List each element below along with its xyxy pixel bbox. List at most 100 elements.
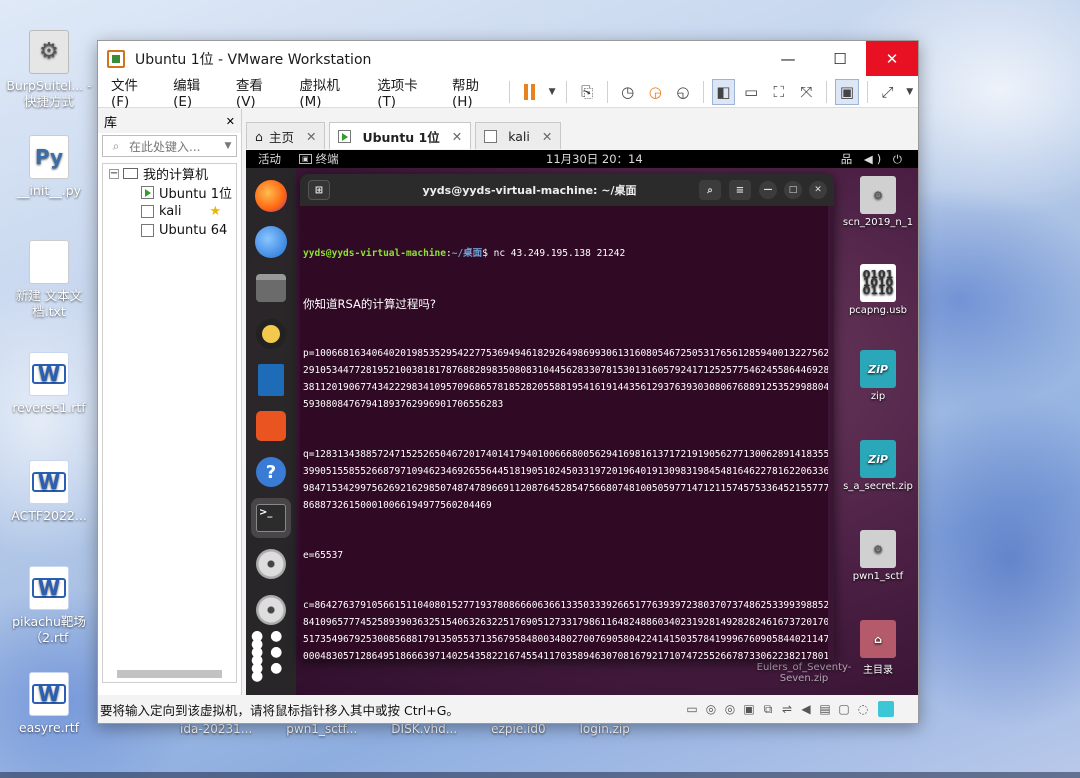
new-tab-icon[interactable]: ⊞ — [308, 180, 330, 200]
desktop-icon-label: __init__.py — [16, 183, 82, 198]
unity-icon[interactable]: ⤧ — [795, 79, 819, 105]
console-view-icon[interactable]: ▣ — [835, 78, 859, 105]
guest-display[interactable]: 活动 ▣ 终端 11月30日 20：14 品 ◀) ⏻ ? >_ ● ● ● ● … — [246, 150, 918, 696]
dock-software[interactable] — [251, 406, 291, 446]
menu-file[interactable]: 文件(F) — [103, 74, 160, 110]
hamburger-menu-icon[interactable]: ≡ — [729, 180, 751, 200]
terminal-window[interactable]: ⊞ yyds@yyds-virtual-machine: ~/桌面 ⌕ ≡ — … — [300, 174, 834, 660]
horizontal-scrollbar[interactable] — [117, 670, 222, 678]
close-button[interactable]: ✕ — [866, 41, 918, 76]
terminal-maximize-button[interactable]: □ — [784, 181, 802, 199]
tab-home[interactable]: ⌂ 主页 ✕ — [246, 122, 326, 149]
full-screen-icon[interactable]: ⛶ — [767, 79, 791, 105]
dock-disc-2[interactable] — [251, 590, 291, 630]
power-dropdown-button[interactable]: ▼ — [546, 79, 559, 105]
desktop-icon-new-text[interactable]: 新建 文本文档.txt — [4, 240, 94, 320]
dock-firefox[interactable] — [251, 176, 291, 216]
desktop-icon-actf[interactable]: W ACTF2022... — [4, 460, 94, 524]
tree-root-my-computer[interactable]: − 我的计算机 — [103, 164, 236, 183]
printer-icon[interactable]: ▤ — [818, 702, 832, 716]
menu-view[interactable]: 查看(V) — [228, 74, 286, 110]
tab-close-icon[interactable]: ✕ — [452, 129, 462, 144]
hard-disk-icon[interactable]: ▭ — [685, 702, 699, 716]
tab-close-icon[interactable]: ✕ — [542, 129, 552, 144]
chevron-down-icon[interactable]: ▼ — [220, 136, 236, 156]
send-ctrl-alt-del-icon[interactable]: ⎘ — [575, 79, 599, 105]
terminal-header[interactable]: ⊞ yyds@yyds-virtual-machine: ~/桌面 ⌕ ≡ — … — [300, 174, 834, 206]
dock-show-apps[interactable]: ● ● ● ● ● ● ● ● ● — [251, 629, 291, 683]
clock[interactable]: 11月30日 20：14 — [546, 151, 643, 167]
tree-item-ubuntu-1[interactable]: Ubuntu 1位 — [103, 183, 236, 202]
dock-thunderbird[interactable] — [251, 222, 291, 262]
display-icon[interactable]: ▢ — [837, 702, 851, 716]
revert-snapshot-icon[interactable]: ◶ — [643, 79, 667, 105]
stretch-dropdown-button[interactable]: ▼ — [903, 79, 916, 105]
desktop-icon-init-py[interactable]: Py __init__.py — [4, 135, 94, 199]
title-bar[interactable]: Ubuntu 1位 - VMware Workstation — ☐ ✕ — [98, 41, 918, 76]
network-icon[interactable]: ⧉ — [761, 702, 775, 716]
stretch-guest-icon[interactable]: ⤢ — [876, 79, 900, 105]
snapshot-icon[interactable]: ◷ — [616, 79, 640, 105]
desktop-icon-burpsuite[interactable]: ⚙ BurpSuitel... - 快捷方式 — [4, 30, 94, 110]
guest-icon-scn[interactable]: ⚙ scn_2019_n_1 — [842, 176, 914, 228]
dock-terminal[interactable]: >_ — [251, 498, 291, 538]
terminal-search-icon[interactable]: ⌕ — [699, 180, 721, 200]
terminal-scrollbar[interactable] — [828, 206, 834, 660]
snapshot-manager-icon[interactable]: ◵ — [671, 79, 695, 105]
library-search[interactable]: ⌕ 在此处键入... ▼ — [102, 135, 237, 157]
cd-dvd-icon[interactable]: ◎ — [723, 702, 737, 716]
dock-rhythmbox[interactable] — [251, 314, 291, 354]
collapse-icon[interactable]: − — [109, 168, 119, 179]
guest-icon-secret-zip[interactable]: ZiP s_a_secret.zip — [842, 440, 914, 492]
app-menu[interactable]: ▣ 终端 — [299, 151, 339, 167]
dock-writer[interactable] — [251, 360, 291, 400]
guest-icon-pcapng[interactable]: 0101 1010 0110 pcapng.usb — [842, 264, 914, 316]
dock-help[interactable]: ? — [251, 452, 291, 492]
menu-tabs[interactable]: 选项卡(T) — [369, 74, 439, 110]
thumbnail-bar-icon[interactable]: ▭ — [739, 79, 763, 105]
tree-item-ubuntu-64[interactable]: Ubuntu 64 — [103, 221, 236, 240]
system-tray[interactable]: 品 ◀) ⏻ — [841, 151, 906, 167]
desktop-file-label[interactable]: pwn1_sctf... — [286, 722, 357, 736]
tab-kali[interactable]: kali ✕ — [475, 122, 562, 149]
desktop-icon-label: BurpSuitel... - 快捷方式 — [6, 78, 92, 109]
taskbar — [0, 772, 1080, 778]
guest-icon-zip[interactable]: ZiP zip — [842, 350, 914, 402]
message-log-icon[interactable]: ◌ — [856, 702, 870, 716]
terminal-minimize-button[interactable]: — — [759, 181, 777, 199]
pause-button[interactable] — [518, 79, 542, 105]
desktop-file-label[interactable]: login.zip — [580, 722, 630, 736]
minimize-button[interactable]: — — [762, 41, 814, 76]
desktop-icon-pikachu[interactable]: W pikachu靶场（2.rtf — [4, 566, 94, 646]
cd-dvd-icon[interactable]: ◎ — [704, 702, 718, 716]
tree-item-kali[interactable]: kali ★ — [103, 202, 236, 221]
guest-icon-pwn1[interactable]: ⚙ pwn1_sctf — [842, 530, 914, 582]
floppy-icon[interactable]: ▣ — [742, 702, 756, 716]
activities-button[interactable]: 活动 — [258, 151, 281, 167]
tab-close-icon[interactable]: ✕ — [306, 129, 316, 144]
maximize-button[interactable]: ☐ — [814, 41, 866, 76]
terminal-output[interactable]: yyds@yyds-virtual-machine:~/桌面$ nc 43.24… — [300, 206, 834, 660]
menu-edit[interactable]: 编辑(E) — [165, 74, 223, 110]
guest-icon-eulers-zip[interactable]: Eulers_of_Seventy-Seven.zip — [754, 662, 854, 684]
notes-icon[interactable] — [878, 701, 894, 717]
desktop-file-label[interactable]: ida-20231... — [180, 722, 252, 736]
menu-help[interactable]: 帮助(H) — [444, 74, 503, 110]
terminal-close-button[interactable]: ✕ — [809, 181, 827, 199]
sound-icon[interactable]: ◀ — [799, 702, 813, 716]
usb-icon[interactable]: ⇌ — [780, 702, 794, 716]
search-icon: ⌕ — [112, 138, 120, 153]
guest-icon-label: pcapng.usb — [848, 305, 908, 316]
desktop-file-label[interactable]: ezpie.id0 — [491, 722, 545, 736]
desktop-file-label[interactable]: DISK.vhd... — [391, 722, 457, 736]
desktop-icon-easyre[interactable]: W easyre.rtf — [4, 672, 94, 736]
library-close-icon[interactable]: ✕ — [226, 115, 235, 128]
library-search-input[interactable]: 在此处键入... — [129, 138, 220, 155]
dock-files[interactable] — [251, 268, 291, 308]
desktop-icon-reverse1[interactable]: W reverse1.rtf — [4, 352, 94, 416]
menu-bar: 文件(F) 编辑(E) 查看(V) 虚拟机(M) 选项卡(T) 帮助(H) ▼ … — [98, 74, 918, 110]
menu-vm[interactable]: 虚拟机(M) — [291, 74, 364, 110]
tab-ubuntu-1[interactable]: Ubuntu 1位 ✕ — [329, 122, 472, 149]
show-library-icon[interactable]: ◧ — [711, 78, 736, 105]
dock-disc[interactable] — [251, 544, 291, 584]
